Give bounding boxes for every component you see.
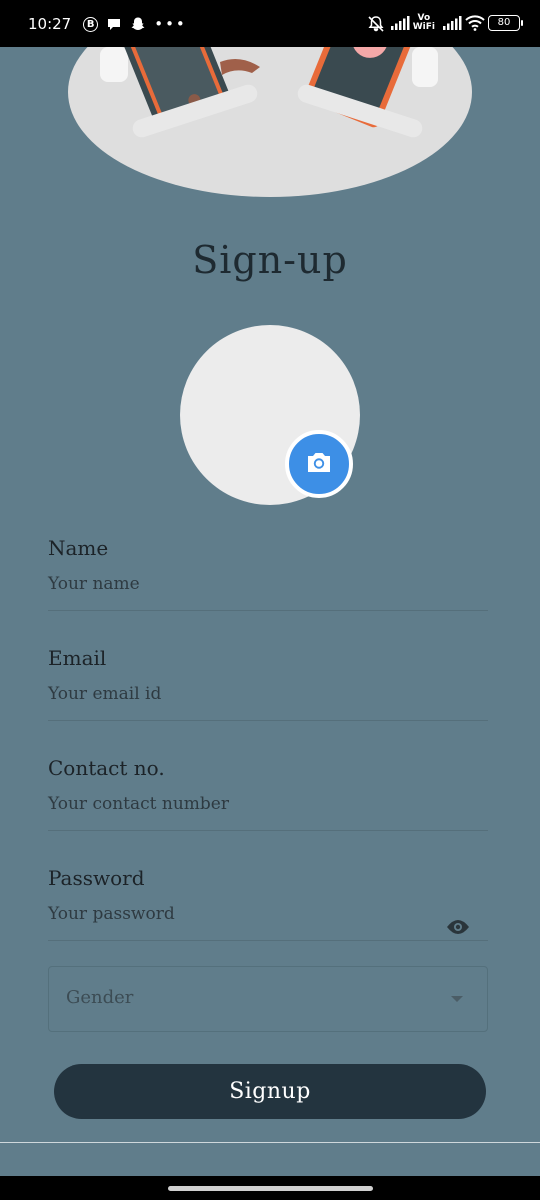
header-illustration [68, 47, 472, 197]
signup-button[interactable]: Signup [54, 1064, 486, 1119]
name-input[interactable]: Your name [48, 574, 488, 596]
dropdown-arrow-icon [451, 996, 463, 1002]
battery-icon: 80 [488, 15, 523, 31]
email-underline [48, 720, 488, 721]
status-time: 10:27 [28, 15, 72, 33]
contact-input[interactable]: Your contact number [48, 794, 488, 816]
camera-icon [305, 450, 333, 478]
navigation-bar [0, 1176, 540, 1200]
password-underline [48, 940, 488, 941]
snapchat-icon [130, 16, 146, 32]
gender-dropdown[interactable]: Gender [48, 966, 488, 1032]
name-field: Name Your name [48, 536, 488, 611]
camera-button[interactable] [285, 430, 353, 498]
eye-icon[interactable] [446, 919, 470, 939]
password-input[interactable]: Your password [48, 904, 488, 926]
page-title: Sign-up [192, 238, 348, 282]
status-left: 10:27 B ••• [28, 15, 187, 33]
contact-label: Contact no. [48, 756, 165, 780]
gender-placeholder: Gender [66, 987, 134, 1008]
contact-field: Contact no. Your contact number [48, 756, 488, 831]
password-label: Password [48, 866, 145, 890]
b-badge-icon: B [83, 16, 99, 32]
signal-icon-1 [390, 15, 410, 31]
status-right: Vo WiFi 80 [367, 13, 523, 32]
bell-muted-icon [367, 15, 384, 32]
chat-icon [106, 16, 122, 32]
password-field: Password Your password [48, 866, 488, 941]
wifi-icon [465, 15, 485, 31]
signup-screen: 10:27 B ••• Vo WiFi 80 Sign-up Name Your… [0, 0, 540, 1200]
bottom-divider [0, 1142, 540, 1143]
battery-level: 80 [497, 17, 511, 28]
email-input[interactable]: Your email id [48, 684, 488, 706]
signal-icon-2 [442, 15, 462, 31]
email-field: Email Your email id [48, 646, 488, 721]
more-notifications-icon: ••• [154, 15, 187, 33]
name-underline [48, 610, 488, 611]
home-gesture-handle[interactable] [168, 1186, 373, 1191]
contact-underline [48, 830, 488, 831]
name-label: Name [48, 536, 109, 560]
vowifi-label: Vo WiFi [412, 13, 435, 32]
email-label: Email [48, 646, 107, 670]
status-bar: 10:27 B ••• Vo WiFi 80 [0, 0, 540, 47]
